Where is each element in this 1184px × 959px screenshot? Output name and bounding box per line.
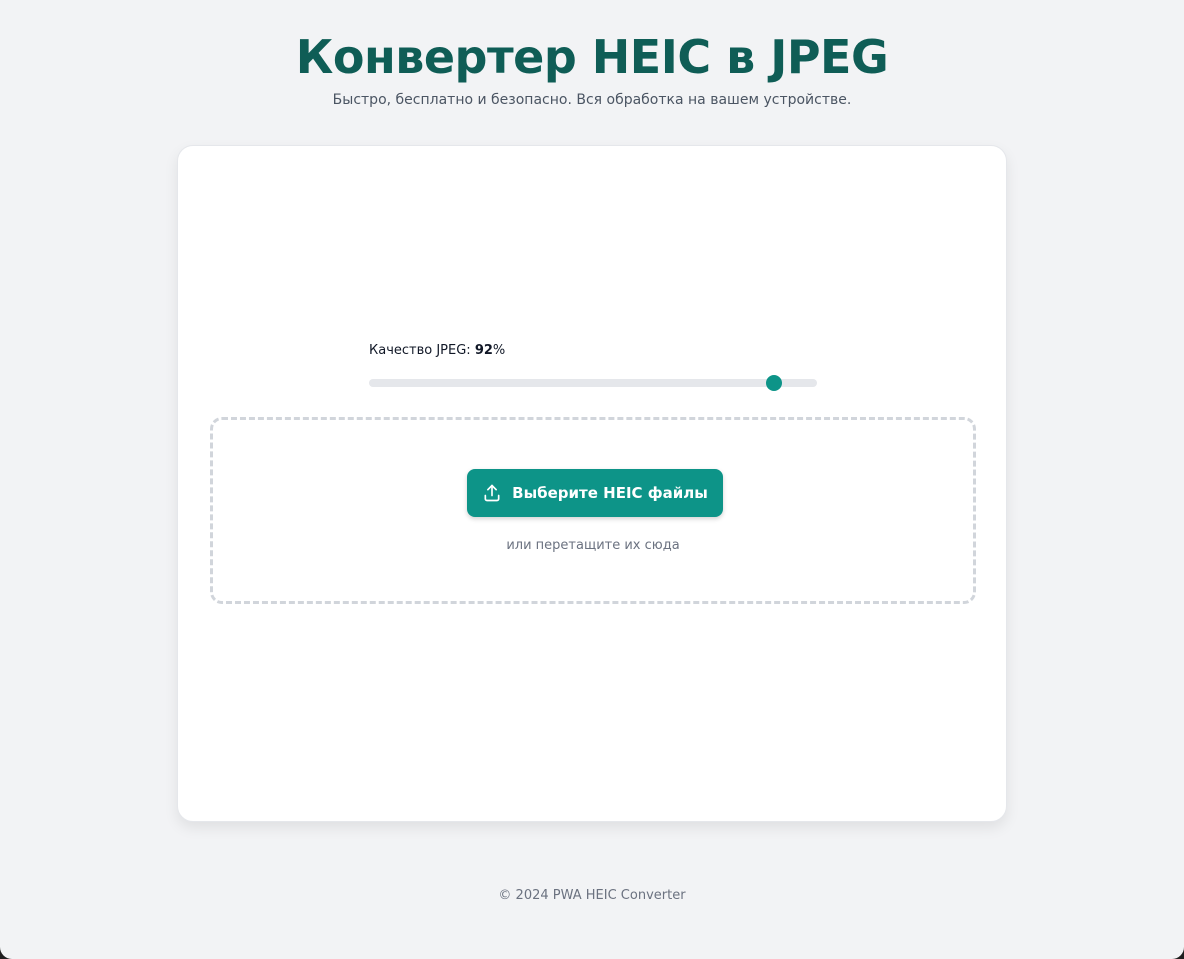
quality-slider[interactable] [369, 375, 817, 391]
quality-label: Качество JPEG: 92% [369, 343, 505, 358]
page-title: Конвертер HEIC в JPEG [295, 30, 889, 84]
quality-value: 92 [474, 343, 493, 358]
quality-label-text: Качество JPEG: [369, 343, 475, 358]
footer-copyright: © 2024 PWA HEIC Converter [498, 888, 686, 903]
quality-slider-thumb[interactable] [766, 375, 783, 391]
drop-hint: или перетащите их сюда [506, 538, 680, 553]
upload-icon [482, 483, 502, 503]
select-files-button-label: Выберите HEIC файлы [512, 484, 708, 502]
file-dropzone[interactable]: Выберите HEIC файлы или перетащите их сю… [210, 417, 976, 604]
quality-unit: % [492, 343, 506, 358]
page-subtitle: Быстро, бесплатно и безопасно. Вся обраб… [332, 92, 852, 108]
app-page: Конвертер HEIC в JPEG Быстро, бесплатно … [0, 0, 1184, 959]
converter-card: Качество JPEG: 92% Выберите HEIC файлы и… [177, 145, 1007, 822]
select-files-button[interactable]: Выберите HEIC файлы [467, 469, 723, 517]
